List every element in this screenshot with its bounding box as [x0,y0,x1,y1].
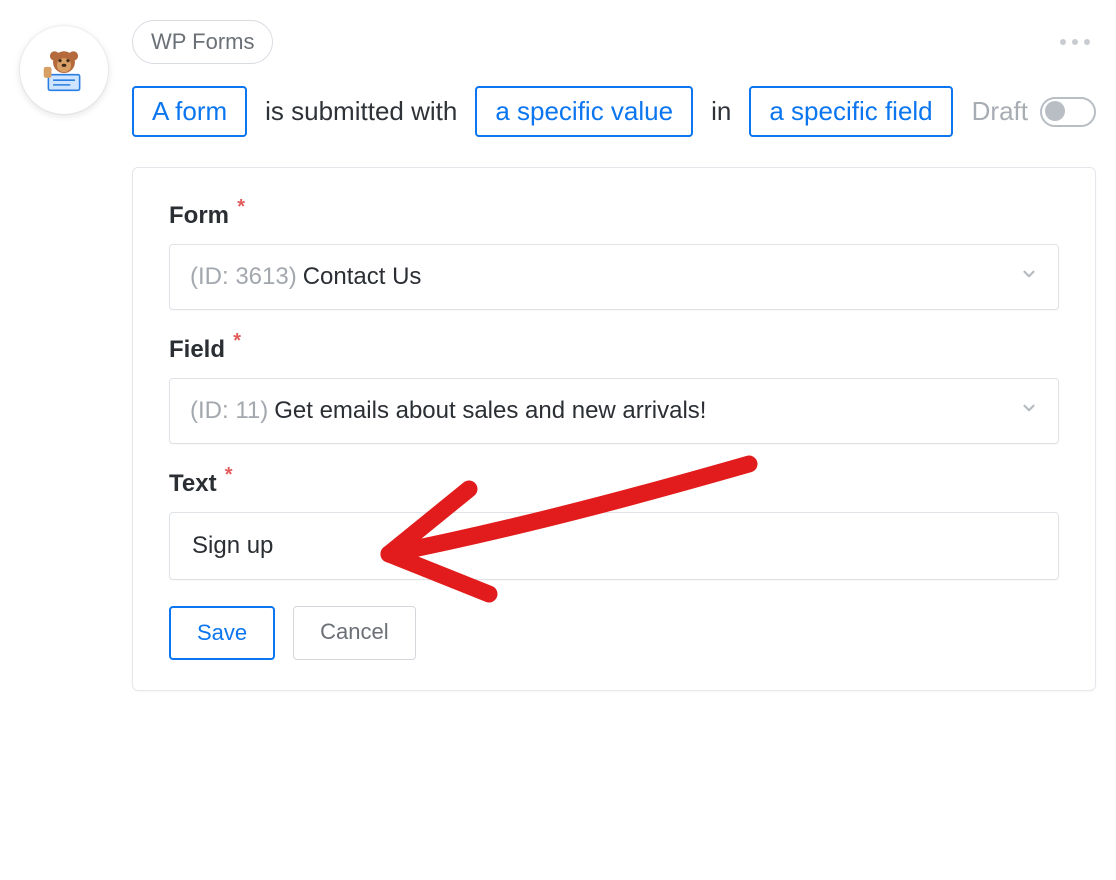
status-label: Draft [972,96,1028,127]
field-name: Get emails about sales and new arrivals! [274,397,706,425]
text-field-group: Text* [169,470,1059,580]
save-button[interactable]: Save [169,606,275,660]
required-asterisk: * [237,196,245,219]
integration-avatar [20,26,108,114]
form-field-group: Form* (ID: 3613) Contact Us [169,202,1059,310]
status-row: Draft [972,96,1096,127]
button-row: Save Cancel [169,606,1059,660]
draft-toggle[interactable] [1040,97,1096,127]
required-asterisk: * [233,330,241,353]
more-menu-button[interactable] [1054,33,1096,51]
required-asterisk: * [225,464,233,487]
toggle-knob [1045,101,1065,121]
text-input-wrapper[interactable] [169,512,1059,580]
field-label: Field* [169,336,225,364]
form-name: Contact Us [303,263,422,291]
form-id-prefix: (ID: 3613) [190,263,297,291]
wpforms-mascot-icon [39,45,89,95]
text-input[interactable] [190,531,1038,561]
integration-chip[interactable]: WP Forms [132,20,273,64]
cancel-button[interactable]: Cancel [293,606,415,660]
chevron-down-icon [1020,265,1038,289]
sentence-text: in [711,96,731,127]
form-select[interactable]: (ID: 3613) Contact Us [169,244,1059,310]
token-form[interactable]: A form [132,86,247,137]
chevron-down-icon [1020,399,1038,423]
token-field[interactable]: a specific field [749,86,952,137]
header-row: WP Forms [132,20,1096,64]
trigger-sentence: A form is submitted with a specific valu… [132,86,1096,137]
text-label: Text* [169,470,217,498]
form-label: Form* [169,202,229,230]
trigger-card: WP Forms Draft A form is submitted with … [20,20,1096,691]
dot-icon [1060,39,1066,45]
field-field-group: Field* (ID: 11) Get emails about sales a… [169,336,1059,444]
config-panel: Form* (ID: 3613) Contact Us Field* [132,167,1096,691]
field-select[interactable]: (ID: 11) Get emails about sales and new … [169,378,1059,444]
field-id-prefix: (ID: 11) [190,397,268,425]
main-content: WP Forms Draft A form is submitted with … [132,20,1096,691]
sentence-text: is submitted with [265,96,457,127]
dot-icon [1084,39,1090,45]
token-value[interactable]: a specific value [475,86,693,137]
dot-icon [1072,39,1078,45]
